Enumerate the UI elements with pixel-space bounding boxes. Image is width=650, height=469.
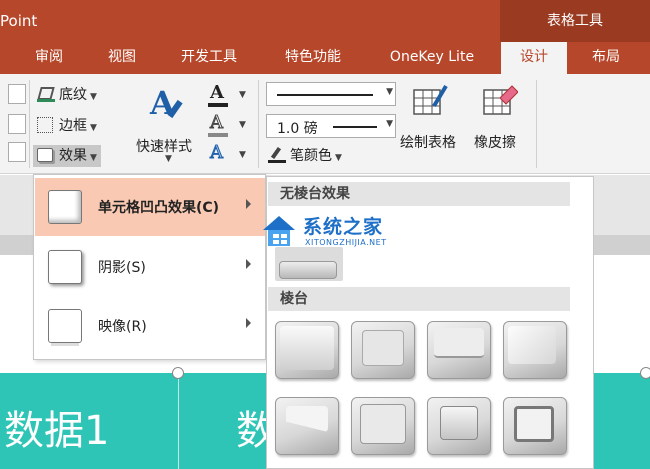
text-outline-button[interactable]: A ▼ xyxy=(206,112,252,137)
pen-style-sample xyxy=(277,94,373,96)
no-bevel-header: 无棱台效果 xyxy=(268,182,570,206)
chevron-down-icon: ▼ xyxy=(386,119,393,129)
title-bar: Point 表格工具 xyxy=(0,0,650,42)
pen-color-button[interactable]: 笔颜色 ▼ xyxy=(268,145,342,167)
menu-item-reflection[interactable]: 映像(R) xyxy=(35,297,265,355)
draw-table-button[interactable]: 绘制表格 xyxy=(398,80,468,160)
bevel-option-cross[interactable] xyxy=(427,321,491,379)
text-outline-icon: A xyxy=(210,112,224,134)
tab-developer[interactable]: 开发工具 xyxy=(164,42,254,74)
cell-bevel-icon xyxy=(48,190,82,224)
shading-label: 底纹 xyxy=(59,87,87,103)
resize-handle[interactable] xyxy=(640,367,650,379)
ribbon-separator xyxy=(29,80,30,168)
table-cell-divider xyxy=(178,373,179,469)
draw-table-icon xyxy=(413,84,448,115)
watermark-name: 系统之家 xyxy=(303,216,384,238)
style-option-box[interactable] xyxy=(8,142,26,162)
chevron-down-icon: ▼ xyxy=(90,92,97,102)
pen-style-dropdown[interactable]: ▼ xyxy=(266,82,396,106)
text-effects-button[interactable]: A ▼ xyxy=(206,142,252,166)
bevel-option-convex[interactable] xyxy=(427,397,491,455)
effects-label: 效果 xyxy=(59,148,87,164)
shadow-icon xyxy=(48,250,82,284)
border-icon xyxy=(37,117,53,133)
draw-table-label: 绘制表格 xyxy=(400,135,456,151)
quick-styles-button[interactable]: A 快速样式 ▼ xyxy=(132,80,204,166)
border-button[interactable]: 边框 ▼ xyxy=(37,115,97,137)
flat-cell-icon xyxy=(279,261,337,279)
pen-weight-sample xyxy=(333,126,377,128)
style-option-box[interactable] xyxy=(8,84,26,104)
border-label: 边框 xyxy=(59,118,87,134)
pen-color-label: 笔颜色 xyxy=(290,148,332,164)
style-option-box[interactable] xyxy=(8,114,26,134)
house-logo-icon xyxy=(263,216,295,246)
site-watermark: 系统之家 XITONGZHIJIA.NET xyxy=(255,206,405,258)
text-outline-color-bar xyxy=(208,133,228,137)
resize-handle[interactable] xyxy=(172,367,184,379)
eraser-button[interactable]: 橡皮擦 xyxy=(472,80,534,160)
ribbon-separator xyxy=(258,80,259,168)
chevron-down-icon: ▼ xyxy=(90,123,97,133)
ribbon-tab-row: 审阅 视图 开发工具 特色功能 OneKey Lite 设计 布局 xyxy=(0,42,650,74)
menu-item-label: 映像(R) xyxy=(98,319,147,335)
tab-review[interactable]: 审阅 xyxy=(22,42,76,74)
table-tools-context-header: 表格工具 xyxy=(500,0,650,42)
chevron-down-icon: ▼ xyxy=(386,87,393,97)
watermark-url: XITONGZHIJIA.NET xyxy=(305,238,387,247)
text-fill-color-bar xyxy=(208,103,228,107)
chevron-right-icon xyxy=(246,199,251,209)
effects-button[interactable]: 效果 ▼ xyxy=(33,145,101,167)
effects-menu: 单元格凹凸效果(C) 阴影(S) 映像(R) xyxy=(33,174,266,360)
tab-design[interactable]: 设计 xyxy=(501,42,567,74)
shading-button[interactable]: 底纹 ▼ xyxy=(37,84,97,106)
chevron-down-icon: ▼ xyxy=(335,153,342,163)
ribbon: 底纹 ▼ 边框 ▼ 效果 ▼ A 快速样式 ▼ A ▼ A ▼ A ▼ ▼ 1.0 磅… xyxy=(0,74,650,174)
chevron-down-icon: ▼ xyxy=(165,154,172,164)
eraser-label: 橡皮擦 xyxy=(474,135,516,151)
menu-item-label: 阴影(S) xyxy=(98,260,146,276)
table-cell-1[interactable]: 数据1 xyxy=(4,398,109,456)
pen-weight-dropdown[interactable]: 1.0 磅 ▼ xyxy=(266,114,396,138)
text-fill-button[interactable]: A ▼ xyxy=(206,82,252,107)
bevel-option-soft-round[interactable] xyxy=(351,397,415,455)
app-title: Point xyxy=(0,12,38,30)
text-effects-icon: A xyxy=(210,142,224,164)
tab-view[interactable]: 视图 xyxy=(92,42,152,74)
text-fill-icon: A xyxy=(210,82,224,103)
bevel-option-angle[interactable] xyxy=(275,397,339,455)
bevel-header: 棱台 xyxy=(268,287,570,311)
bevel-option-slope[interactable] xyxy=(503,397,567,455)
chevron-down-icon: ▼ xyxy=(90,153,97,163)
bevel-option-cool-slant[interactable] xyxy=(503,321,567,379)
menu-item-label: 单元格凹凸效果(C) xyxy=(98,200,220,216)
bevel-option-relaxed-inset[interactable] xyxy=(351,321,415,379)
tab-special-features[interactable]: 特色功能 xyxy=(268,42,358,74)
reflection-icon xyxy=(48,309,82,343)
quick-styles-label: 快速样式 xyxy=(136,139,192,155)
paint-bucket-icon xyxy=(37,86,55,102)
bevel-option-circle[interactable] xyxy=(275,321,339,379)
effects-icon xyxy=(37,148,53,162)
chevron-down-icon: ▼ xyxy=(239,120,246,130)
ribbon-separator xyxy=(536,80,537,168)
eraser-icon xyxy=(483,85,518,115)
tab-layout[interactable]: 布局 xyxy=(576,42,636,74)
pen-weight-value: 1.0 磅 xyxy=(277,121,318,137)
chevron-down-icon: ▼ xyxy=(239,90,246,100)
chevron-down-icon: ▼ xyxy=(239,150,246,160)
menu-item-shadow[interactable]: 阴影(S) xyxy=(35,238,265,296)
tab-onekey-lite[interactable]: OneKey Lite xyxy=(374,42,490,74)
pen-icon xyxy=(268,146,286,163)
menu-item-cell-bevel[interactable]: 单元格凹凸效果(C) xyxy=(35,178,265,236)
chevron-right-icon xyxy=(246,259,251,269)
chevron-right-icon xyxy=(246,318,251,328)
